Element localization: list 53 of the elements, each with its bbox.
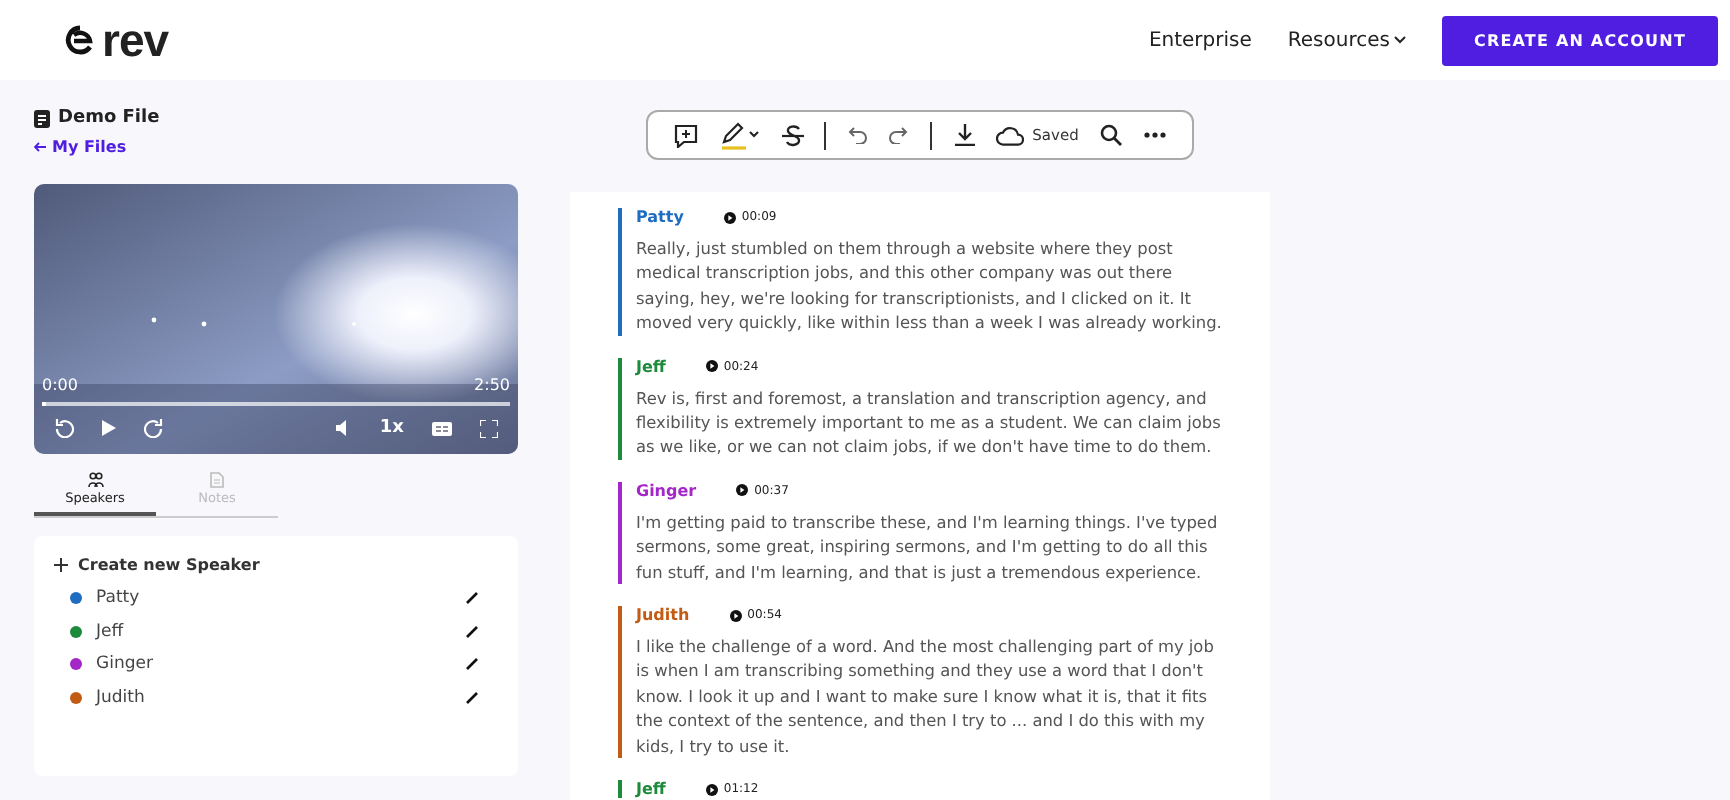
speaker-name: Judith — [96, 687, 147, 708]
play-circle-icon[interactable] — [729, 609, 742, 622]
current-time: 0:00 — [42, 376, 78, 394]
logo-icon — [64, 24, 96, 56]
play-circle-icon[interactable] — [723, 211, 736, 223]
search-icon[interactable] — [1099, 124, 1122, 146]
redo-icon[interactable] — [888, 126, 909, 144]
edit-icon[interactable] — [466, 592, 478, 605]
arrow-left-icon — [34, 142, 46, 152]
play-circle-icon[interactable] — [736, 484, 749, 497]
rewind-icon[interactable] — [54, 418, 74, 438]
undo-icon[interactable] — [847, 126, 868, 144]
file-title: Demo File — [58, 108, 160, 128]
more-icon[interactable] — [1143, 132, 1166, 138]
transcript-text: Rev is, first and foremost, a translation and transcription agency, and flexibility is extremely important to me as a student. We can claim jobs as we like, or we can not claim jobs, if we don't have time to do them. — [636, 385, 1222, 460]
fullscreen-icon[interactable] — [480, 419, 498, 437]
create-speaker-button[interactable]: Create new Speaker — [54, 556, 260, 574]
speaker-name: Jeff — [96, 621, 126, 642]
play-icon[interactable] — [102, 420, 116, 436]
duration: 2:50 — [474, 376, 510, 394]
document-icon — [210, 472, 224, 488]
back-link[interactable]: My Files — [34, 138, 518, 156]
cloud-icon — [996, 125, 1025, 145]
play-circle-icon[interactable] — [705, 783, 718, 796]
transcript-text: I like the challenge of a word. And the most challenging part of my job is when I am transcribing something and they use a word that I don't know. I look it up and I want to make sure I know what it is, that it fits the context of the sentence, and then I try to ... and I do this with my kids, I try to use it. — [636, 634, 1216, 759]
add-comment-icon[interactable] — [674, 123, 699, 147]
logo-text: rev — [102, 17, 169, 63]
highlighter-icon[interactable] — [719, 121, 760, 149]
speaker-label[interactable]: Jeff — [636, 357, 666, 376]
create-account-button[interactable]: CREATE AN ACCOUNT — [1441, 15, 1718, 65]
strikethrough-icon[interactable] — [781, 123, 804, 147]
nav-link[interactable]: Enterprise — [1148, 29, 1252, 51]
document-icon — [34, 109, 50, 127]
speaker-name: Ginger — [96, 654, 155, 675]
edit-icon[interactable] — [466, 691, 478, 704]
transcript-text: I'm getting paid to transcribe these, and I'm learning things. I've typed sermons, some great, inspiring sermons, and I'm getting to do all this fun stuff, and I'm learning, and that is just a tremendous experience. — [636, 509, 1220, 585]
chevron-down-icon — [1393, 36, 1406, 44]
nav-dropdown[interactable]: Resources — [1287, 29, 1406, 51]
people-icon — [87, 472, 103, 488]
plus-icon — [54, 558, 68, 572]
forward-icon[interactable] — [144, 418, 164, 438]
transcript-text: Really, just stumbled on them through a website where they post medical transcription jobs, and this other company was out there saying, hey, we're looking for transcriptionists, and I clicked on it. It moved very quickly, like within less than a week I was already working. — [636, 236, 1222, 336]
edit-icon[interactable] — [466, 625, 478, 638]
speaker-label[interactable]: Jeff — [636, 780, 666, 799]
speaker-label[interactable]: Judith — [636, 606, 690, 625]
play-circle-icon[interactable] — [705, 360, 718, 373]
download-icon[interactable] — [953, 124, 976, 146]
playback-speed[interactable]: 1x — [379, 418, 404, 438]
speaker-label[interactable]: Patty — [636, 208, 684, 226]
edit-icon[interactable] — [466, 658, 478, 671]
volume-icon[interactable] — [335, 420, 352, 436]
speaker-label[interactable]: Ginger — [636, 481, 697, 500]
speaker-name: Patty — [96, 588, 142, 609]
